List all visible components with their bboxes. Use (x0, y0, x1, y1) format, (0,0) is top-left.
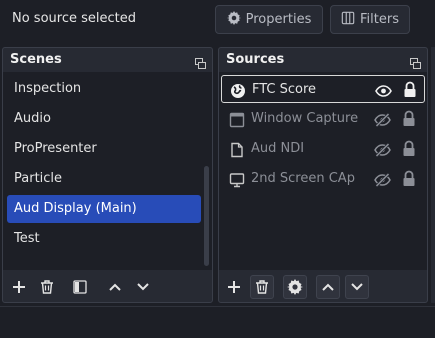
lock-icon[interactable] (403, 81, 417, 98)
scene-item[interactable]: Test (7, 225, 201, 253)
eye-icon[interactable] (375, 82, 392, 98)
file-icon (229, 141, 245, 158)
plus-icon (13, 281, 25, 293)
scenes-title: Scenes (10, 52, 62, 67)
undock-icon[interactable] (410, 54, 421, 69)
source-item-selected[interactable]: FTC Score (221, 75, 425, 103)
eye-hidden-icon[interactable] (374, 171, 391, 188)
scene-item-label: ProPresenter (14, 141, 97, 156)
remove-source-button[interactable] (250, 275, 274, 299)
trash-icon (256, 280, 268, 294)
move-scene-down-button[interactable] (134, 278, 152, 296)
properties-label: Properties (245, 12, 312, 27)
scenes-scrollbar[interactable] (204, 166, 209, 266)
sources-title: Sources (226, 52, 285, 67)
scenes-toolbar (3, 270, 212, 302)
move-source-up-button[interactable] (316, 275, 340, 299)
source-item[interactable]: Window Capture (221, 105, 425, 133)
gear-icon (226, 10, 241, 29)
scene-item[interactable]: Inspection (7, 75, 201, 103)
scene-item[interactable]: Audio (7, 105, 201, 133)
source-properties-button[interactable] (283, 275, 307, 299)
scene-item-label: Inspection (14, 81, 82, 96)
scene-filters-button[interactable] (71, 278, 89, 296)
filters-button[interactable]: Filters (330, 5, 410, 34)
source-item-label: Aud NDI (251, 141, 305, 156)
scene-item[interactable]: ProPresenter (7, 135, 201, 163)
source-item[interactable]: Aud NDI (221, 135, 425, 163)
window-capture-icon (229, 111, 245, 128)
selected-source-status: No source selected (12, 11, 136, 26)
eye-hidden-icon[interactable] (374, 111, 391, 128)
source-toolbar: No source selected Properties Filters (0, 0, 435, 44)
plus-icon (228, 281, 240, 293)
adjacent-dock-edge (431, 47, 435, 303)
sources-toolbar (219, 270, 427, 302)
source-item-label: Window Capture (251, 111, 359, 126)
lock-icon[interactable] (402, 140, 416, 157)
add-source-button[interactable] (225, 278, 243, 296)
trash-icon (41, 280, 53, 294)
sources-dock: Sources FTC Score Window Capture Aud NDI… (218, 47, 428, 303)
chevron-up-icon (109, 283, 121, 291)
filter-icon (341, 11, 355, 29)
scene-item-label: Particle (14, 171, 63, 186)
lock-icon[interactable] (402, 110, 416, 127)
move-scene-up-button[interactable] (106, 278, 124, 296)
chevron-up-icon (322, 283, 334, 291)
source-item-label: 2nd Screen CAp (251, 171, 355, 186)
chevron-down-icon (137, 283, 149, 291)
scenes-dock: Scenes Inspection Audio ProPresenter Par… (2, 47, 213, 303)
browser-globe-icon (230, 82, 246, 98)
add-scene-button[interactable] (10, 278, 28, 296)
properties-button[interactable]: Properties (215, 5, 323, 34)
lock-icon[interactable] (402, 170, 416, 187)
scene-item-selected[interactable]: Aud Display (Main) (7, 195, 201, 223)
undock-icon[interactable] (195, 54, 206, 69)
chevron-down-icon (351, 283, 363, 291)
scene-item-label: Audio (14, 111, 51, 126)
eye-hidden-icon[interactable] (374, 141, 391, 158)
scenes-list: Inspection Audio ProPresenter Particle A… (3, 72, 212, 270)
source-item-label: FTC Score (252, 82, 317, 97)
scene-item[interactable]: Particle (7, 165, 201, 193)
move-source-down-button[interactable] (345, 275, 369, 299)
sources-list: FTC Score Window Capture Aud NDI 2nd Scr… (219, 72, 427, 270)
source-item[interactable]: 2nd Screen CAp (221, 165, 425, 193)
remove-scene-button[interactable] (38, 278, 56, 296)
gear-icon (287, 279, 303, 295)
monitor-icon (229, 171, 245, 188)
filter-icon (73, 280, 87, 294)
filters-label: Filters (360, 12, 399, 27)
status-bar (0, 306, 435, 338)
scene-item-label: Aud Display (Main) (14, 201, 137, 216)
scene-item-label: Test (14, 231, 40, 246)
